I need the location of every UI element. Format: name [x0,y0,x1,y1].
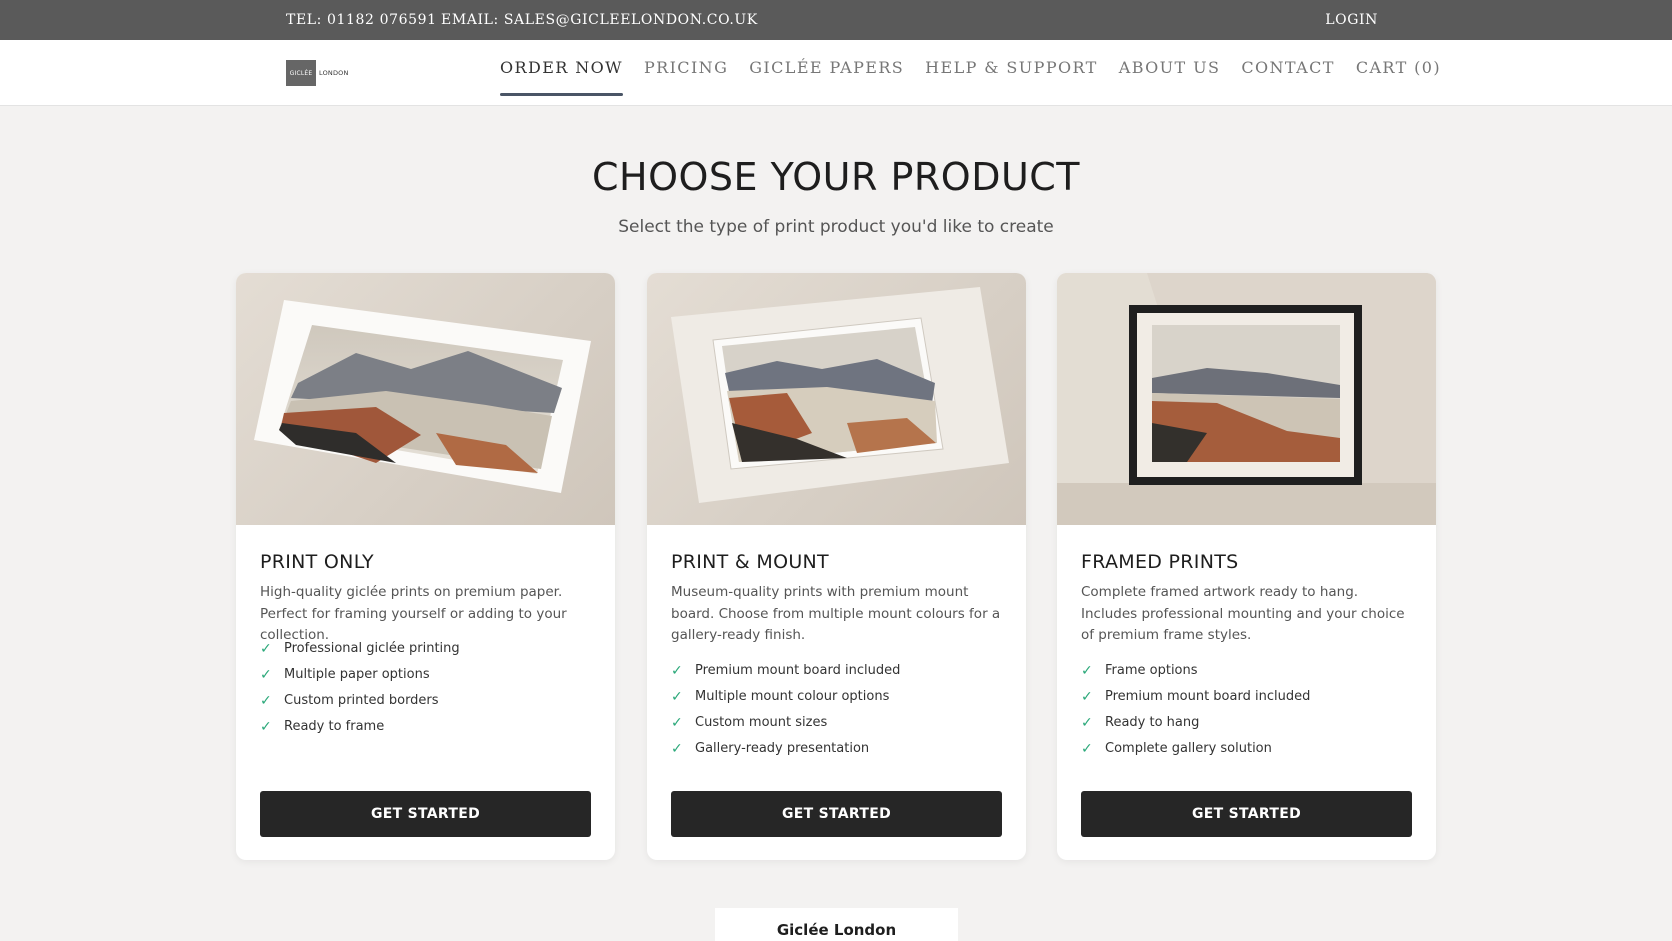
page-title: CHOOSE YOUR PRODUCT [591,155,1081,199]
list-item: ✓ Premium mount board included [671,663,900,689]
feature-list: ✓ Frame options ✓ Premium mount board incl… [1081,663,1310,767]
nav-cart[interactable]: CART (0) [1356,58,1441,88]
card-description: Museum-quality prints with premium mount… [671,584,1001,643]
check-icon: ✓ [260,693,272,709]
site-header: GICLÉE LONDON ORDER NOW PRICING GICLÉE P… [0,40,1672,106]
check-icon: ✓ [1081,689,1093,705]
nav-contact[interactable]: CONTACT [1241,58,1334,88]
list-item: ✓ Custom mount sizes [671,715,900,741]
page-subtitle: Select the type of print product you'd l… [618,217,1054,237]
check-icon: ✓ [1081,741,1093,757]
list-item: ✓ Ready to frame [260,719,460,745]
footer-brand-badge: Giclée London [715,908,958,941]
list-item: ✓ Ready to hang [1081,715,1310,741]
top-contact-bar: TEL: 01182 076591 EMAIL: SALES@GICLEELON… [0,0,1672,40]
nav-about-us[interactable]: ABOUT US [1119,58,1221,88]
login-link[interactable]: LOGIN [1325,12,1378,28]
print-only-image [236,273,615,525]
check-icon: ✓ [671,741,683,757]
check-icon: ✓ [671,689,683,705]
product-card-framed-prints: FRAMED PRINTS Complete framed artwork re… [1057,273,1436,860]
card-title: PRINT ONLY [260,551,374,573]
list-item: ✓ Multiple paper options [260,667,460,693]
check-icon: ✓ [1081,663,1093,679]
get-started-button[interactable]: GET STARTED [671,791,1002,837]
check-icon: ✓ [260,641,272,657]
list-item: ✓ Multiple mount colour options [671,689,900,715]
list-item: ✓ Gallery-ready presentation [671,741,900,767]
logo-mark: GICLÉE [286,60,316,86]
check-icon: ✓ [260,719,272,735]
list-item: ✓ Frame options [1081,663,1310,689]
nav-order-now[interactable]: ORDER NOW [500,58,623,96]
card-description: High-quality giclée prints on premium pa… [260,584,567,643]
check-icon: ✓ [671,715,683,731]
get-started-button[interactable]: GET STARTED [260,791,591,837]
check-icon: ✓ [260,667,272,683]
list-item: ✓ Premium mount board included [1081,689,1310,715]
nav-giclee-papers[interactable]: GICLÉE PAPERS [749,58,904,88]
card-title: PRINT & MOUNT [671,551,829,573]
check-icon: ✓ [1081,715,1093,731]
feature-list: ✓ Premium mount board included ✓ Multiple … [671,663,900,767]
list-item: ✓ Custom printed borders [260,693,460,719]
nav-help-support[interactable]: HELP & SUPPORT [925,58,1098,88]
list-item: ✓ Professional giclée printing [260,641,460,667]
card-title: FRAMED PRINTS [1081,551,1239,573]
logo-text: LONDON [319,69,349,77]
product-card-print-mount: PRINT & MOUNT Museum-quality prints with… [647,273,1026,860]
email-address[interactable]: EMAIL: SALES@GICLEELONDON.CO.UK [441,12,758,28]
list-item: ✓ Complete gallery solution [1081,741,1310,767]
card-description: Complete framed artwork ready to hang. I… [1081,584,1405,643]
feature-list: ✓ Professional giclée printing ✓ Multiple … [260,641,460,745]
main-nav: ORDER NOW PRICING GICLÉE PAPERS HELP & S… [500,58,1462,96]
phone-number[interactable]: TEL: 01182 076591 [286,12,437,28]
print-mount-image [647,273,1026,525]
nav-pricing[interactable]: PRICING [644,58,728,88]
product-card-print-only: PRINT ONLY High-quality giclée prints on… [236,273,615,860]
check-icon: ✓ [671,663,683,679]
framed-prints-image [1057,273,1436,525]
site-logo[interactable]: GICLÉE LONDON [286,60,349,86]
get-started-button[interactable]: GET STARTED [1081,791,1412,837]
